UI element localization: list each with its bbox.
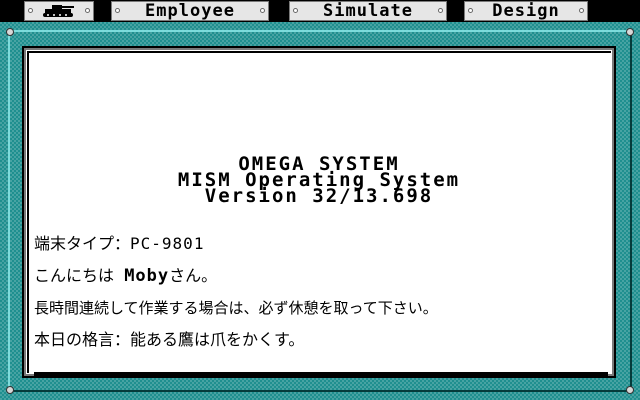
menu-design-label: Design bbox=[492, 1, 560, 21]
proverb-line: 本日の格言：能ある鷹は爪をかくす。 bbox=[34, 330, 604, 362]
menu-rivet-icon bbox=[115, 8, 120, 13]
menu-employee-button[interactable]: Employee bbox=[111, 1, 269, 21]
banner-version: Version 32/13.698 bbox=[204, 185, 434, 207]
user-name: Moby bbox=[124, 266, 170, 286]
terminal-type-value: PC-9801 bbox=[130, 234, 205, 253]
rivet-icon bbox=[6, 28, 14, 36]
rest-notice-line: 長時間連続して作業する場合は、必ず休憩を取って下さい。 bbox=[34, 299, 438, 317]
window-frame: OMEGA SYSTEM MISM Operating System Versi… bbox=[0, 22, 640, 400]
tank-icon bbox=[43, 5, 74, 17]
rivet-icon bbox=[626, 28, 634, 36]
login-message-panel: OMEGA SYSTEM MISM Operating System Versi… bbox=[22, 46, 616, 378]
menu-rivet-icon bbox=[85, 8, 90, 13]
divider-rule bbox=[34, 372, 608, 376]
menu-rivet-icon bbox=[293, 8, 298, 13]
rivet-icon bbox=[6, 386, 14, 394]
menu-rivet-icon bbox=[260, 8, 265, 13]
menu-simulate-button[interactable]: Simulate bbox=[289, 1, 447, 21]
rivet-icon bbox=[626, 386, 634, 394]
terminal-type-label: 端末タイプ： bbox=[34, 234, 131, 253]
greeting-line: こんにちは Mobyさん。 bbox=[34, 266, 604, 298]
greeting-prefix: こんにちは bbox=[34, 266, 115, 285]
menu-tank-button[interactable] bbox=[24, 1, 94, 21]
menu-bar: Employee Simulate Design bbox=[0, 0, 640, 22]
menu-rivet-icon bbox=[438, 8, 443, 13]
terminal-type-line: 端末タイプ：PC-9801 bbox=[34, 234, 604, 266]
menu-rivet-icon bbox=[468, 8, 473, 13]
menu-rivet-icon bbox=[579, 8, 584, 13]
system-banner: OMEGA SYSTEM MISM Operating System Versi… bbox=[24, 155, 614, 207]
menu-rivet-icon bbox=[28, 8, 33, 13]
menu-employee-label: Employee bbox=[145, 1, 235, 21]
greeting-suffix: さん。 bbox=[169, 266, 218, 285]
proverb-label: 本日の格言： bbox=[34, 330, 131, 349]
menu-design-button[interactable]: Design bbox=[464, 1, 588, 21]
proverb-text: 能ある鷹は爪をかくす。 bbox=[130, 330, 305, 349]
session-info: 端末タイプ：PC-9801 こんにちは Mobyさん。 長時間連続して作業する場… bbox=[34, 234, 604, 362]
menu-simulate-label: Simulate bbox=[323, 1, 413, 21]
